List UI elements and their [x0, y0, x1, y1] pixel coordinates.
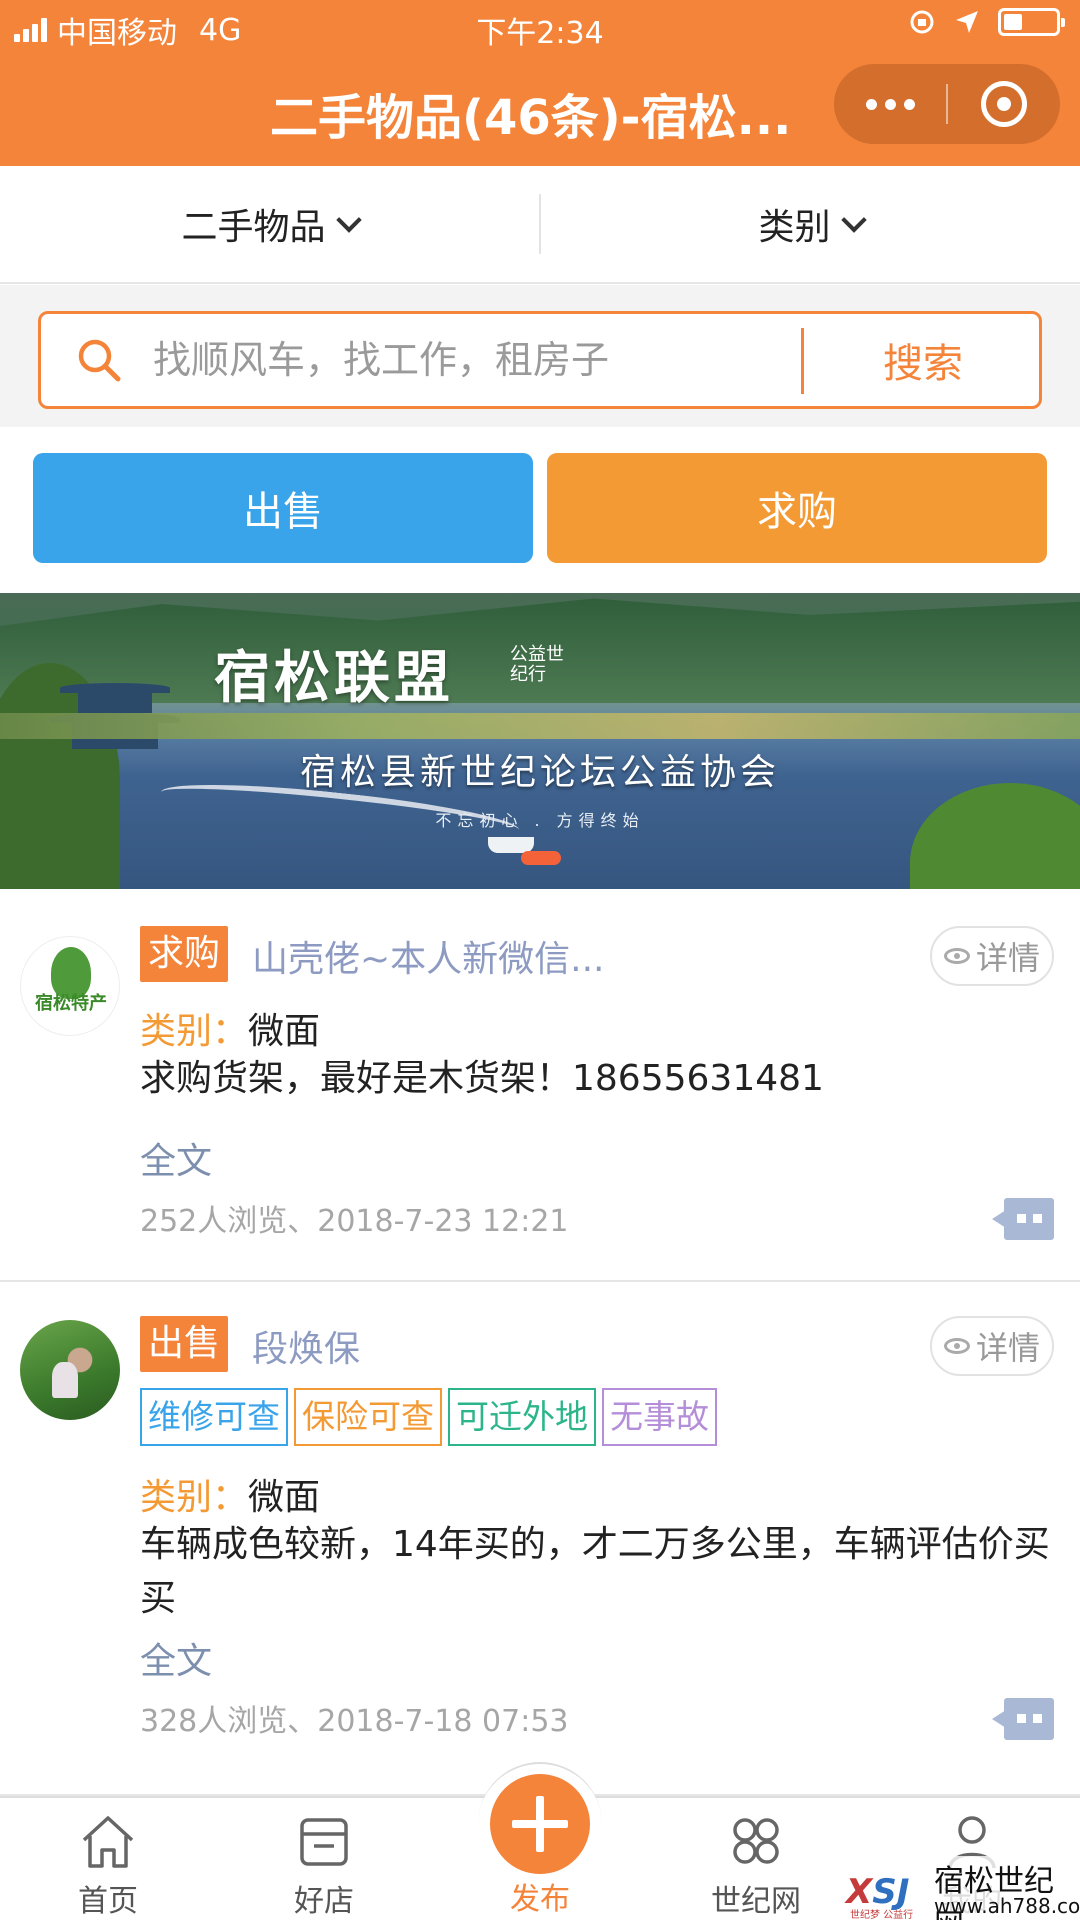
banner-headline: 宿松联盟	[214, 646, 454, 711]
site-watermark: XSJ 世纪梦 公益行 宿松世纪网 www.ah788.com	[842, 1854, 1080, 1920]
chevron-down-icon	[335, 207, 362, 233]
tab-label: 世纪网	[711, 1884, 801, 1919]
chevron-down-icon	[840, 207, 867, 233]
action-buttons: 出售 求购	[0, 427, 1080, 593]
tab-home[interactable]: 首页	[0, 1798, 216, 1920]
banner-vertical-text: 公益世纪行	[510, 644, 564, 685]
poster-name[interactable]: 山壳佬~本人新微信...	[252, 930, 605, 982]
post-meta: 252人浏览、2018-7-23 12:21	[140, 1204, 569, 1239]
badge-no-accident: 无事故	[602, 1388, 717, 1446]
badge-transfer: 可迁外地	[448, 1388, 596, 1446]
publish-button-wrap	[478, 1762, 602, 1886]
battery-icon	[998, 8, 1065, 36]
sell-button[interactable]: 出售	[33, 453, 533, 563]
filter-bar: 二手物品 类别	[0, 166, 1080, 284]
filter-label: 类别	[758, 207, 831, 248]
banner-shore	[0, 713, 1080, 739]
tab-label: 好店	[294, 1884, 354, 1919]
search-input[interactable]	[153, 330, 813, 390]
avatar[interactable]: 宿松特产	[20, 936, 120, 1036]
watermark-small: 世纪梦 公益行	[850, 1910, 914, 1920]
fulltext-link[interactable]: 全文	[140, 1132, 212, 1184]
shop-icon	[300, 1818, 348, 1866]
list-item[interactable]: 出售 段焕保 详情 维修可查 保险可查 可迁外地 无事故 类别：微面 车辆成色较…	[0, 1282, 1080, 1796]
post-type-tag: 求购	[140, 926, 229, 982]
detail-label: 详情	[975, 1329, 1040, 1367]
avatar-person	[52, 1362, 78, 1398]
detail-button[interactable]: 详情	[930, 926, 1054, 986]
avatar-text: 宿松特产	[35, 993, 107, 1014]
status-bar: 中国移动 4G 下午2:34	[0, 0, 1080, 52]
badge-repair: 维修可查	[140, 1388, 288, 1446]
banner-slogan: 不忘初心 . 方得终始	[435, 811, 645, 830]
rotation-lock-icon	[910, 10, 934, 34]
location-arrow-icon	[956, 11, 978, 33]
comment-icon[interactable]	[992, 1698, 1054, 1740]
poster-name[interactable]: 段焕保	[252, 1320, 360, 1372]
promo-banner[interactable]: 宿松联盟 公益世纪行 宿松县新世纪论坛公益协会 不忘初心 . 方得终始	[0, 593, 1080, 889]
filter-label: 二手物品	[181, 207, 326, 248]
category-key: 类别：	[140, 1011, 249, 1052]
avatar[interactable]	[20, 1320, 120, 1420]
tab-century[interactable]: 世纪网	[648, 1798, 864, 1920]
detail-label: 详情	[975, 939, 1040, 977]
badge-insurance: 保险可查	[294, 1388, 442, 1446]
post-category: 类别：微面	[140, 1468, 320, 1520]
eye-icon	[943, 948, 970, 964]
post-content: 求购货架，最好是木货架！18655631481	[140, 1058, 824, 1099]
filter-dropdown-items[interactable]: 二手物品	[0, 166, 539, 282]
tab-shops[interactable]: 好店	[216, 1798, 432, 1920]
fulltext-link[interactable]: 全文	[140, 1632, 212, 1684]
detail-button[interactable]: 详情	[930, 1316, 1054, 1376]
search-area: 搜索	[0, 285, 1080, 427]
tab-label: 首页	[78, 1884, 138, 1919]
more-dots-icon[interactable]	[834, 98, 946, 110]
home-icon	[82, 1816, 134, 1868]
eye-icon	[943, 1338, 970, 1354]
carousel-indicator[interactable]	[521, 851, 561, 865]
list-item[interactable]: 宿松特产 求购 山壳佬~本人新微信... 详情 类别：微面 求购货架，最好是木货…	[0, 890, 1080, 1282]
buy-button[interactable]: 求购	[547, 453, 1047, 563]
app-header: 中国移动 4G 下午2:34 二手物品(46条)-宿松...	[0, 0, 1080, 166]
watermark-url: www.ah788.com	[934, 1894, 1080, 1918]
search-button[interactable]: 搜索	[804, 314, 1042, 406]
status-right	[908, 8, 1065, 36]
search-box: 搜索	[38, 311, 1042, 409]
search-icon	[78, 339, 121, 382]
post-content: 车辆成色较新，14年买的，才二万多公里，车辆评估价买买	[140, 1524, 1050, 1619]
post-category: 类别：微面	[140, 1002, 320, 1054]
feature-badges: 维修可查 保险可查 可迁外地 无事故	[140, 1388, 717, 1446]
post-meta: 328人浏览、2018-7-18 07:53	[140, 1704, 569, 1739]
grid-icon	[733, 1818, 779, 1864]
target-circle-icon[interactable]	[948, 81, 1060, 127]
plus-icon[interactable]	[490, 1774, 590, 1874]
filter-dropdown-category[interactable]: 类别	[541, 166, 1080, 282]
category-key: 类别：	[140, 1477, 249, 1518]
miniprogram-capsule	[834, 64, 1060, 144]
comment-icon[interactable]	[992, 1198, 1054, 1240]
banner-tree	[910, 783, 1080, 889]
tab-publish-label[interactable]: 发布	[432, 1874, 648, 1918]
page-title: 二手物品(46条)-宿松...	[270, 90, 792, 146]
banner-org-name: 宿松县新世纪论坛公益协会	[299, 752, 780, 793]
post-type-tag: 出售	[140, 1316, 229, 1372]
category-value: 微面	[248, 1477, 321, 1518]
category-value: 微面	[248, 1011, 321, 1052]
